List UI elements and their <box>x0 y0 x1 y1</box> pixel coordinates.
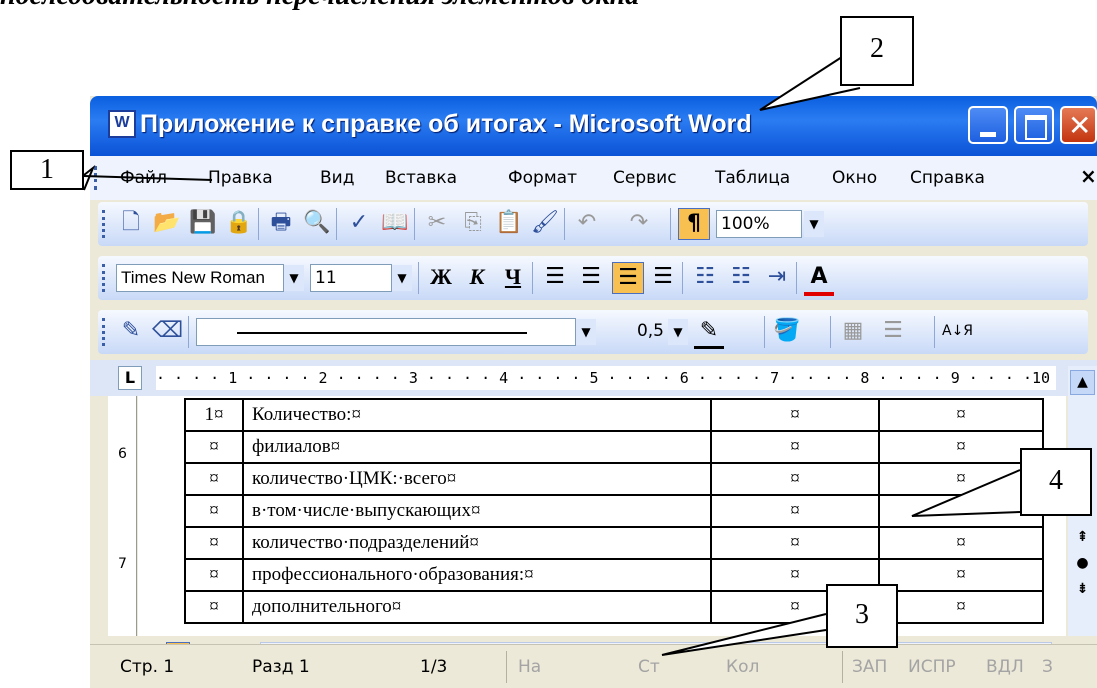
callout-pointers <box>83 54 1021 656</box>
callout-3-pointer <box>661 613 827 656</box>
callout-1-pointer <box>83 164 96 191</box>
callout-4-pointer <box>911 469 1021 517</box>
callout-3: 3 <box>826 584 898 648</box>
callout-4: 4 <box>1020 448 1092 516</box>
callout-2: 2 <box>840 16 914 86</box>
callout-1: 1 <box>10 150 84 190</box>
callout-1-pointer <box>83 175 213 181</box>
